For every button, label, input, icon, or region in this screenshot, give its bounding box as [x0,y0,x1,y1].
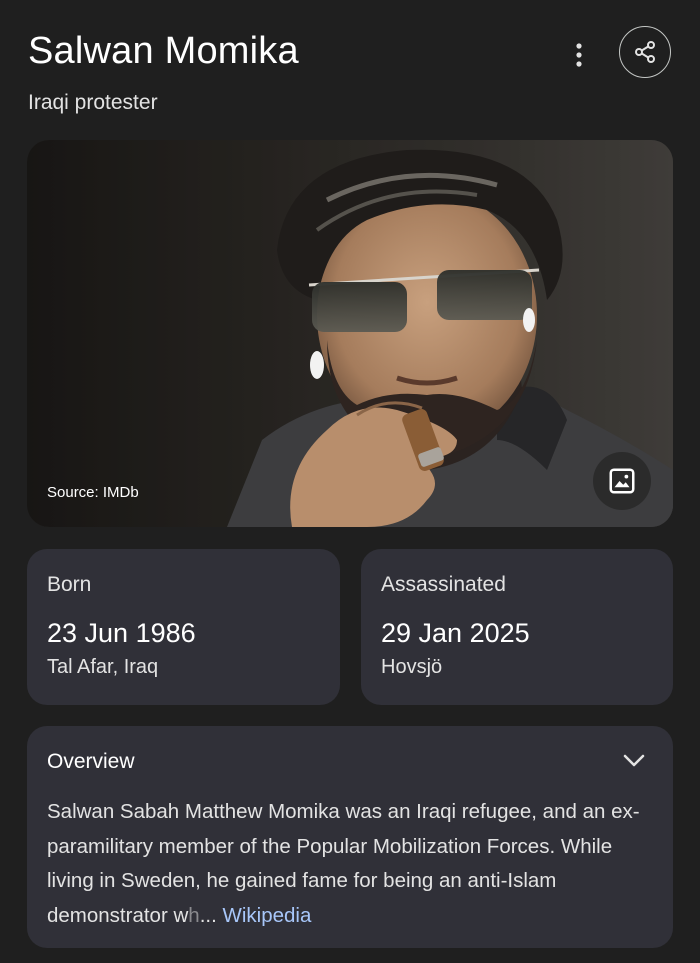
expand-overview-button[interactable] [619,746,649,776]
overview-body: Salwan Sabah Matthew Momika was an Iraqi… [47,800,640,927]
overview-ellipsis: ... [199,903,223,927]
share-button[interactable] [619,26,671,78]
profile-photo[interactable]: Source: IMDb [27,140,673,527]
born-label: Born [47,573,92,596]
overview-text: Salwan Sabah Matthew Momika was an Iraqi… [47,795,655,933]
born-place: Tal Afar, Iraq [47,656,159,678]
born-card[interactable]: Born 23 Jun 1986 Tal Afar, Iraq [27,549,340,705]
overview-label: Overview [47,750,135,773]
image-source: Source: IMDb [47,484,139,501]
overview-card[interactable]: Overview Salwan Sabah Matthew Momika was… [27,726,673,948]
wikipedia-link[interactable]: Wikipedia [222,904,311,927]
image-icon [609,468,635,494]
born-date: 23 Jun 1986 [47,618,196,648]
share-icon [635,41,655,63]
overview-faded-text: h [188,903,200,927]
more-vert-icon [576,43,582,67]
assassinated-date: 29 Jan 2025 [381,618,530,648]
page-title: Salwan Momika [28,30,299,72]
assassinated-card[interactable]: Assassinated 29 Jan 2025 Hovsjö [361,549,673,705]
more-options-button[interactable] [563,35,595,75]
view-images-button[interactable] [593,452,651,510]
assassinated-label: Assassinated [381,573,506,596]
assassinated-place: Hovsjö [381,656,443,678]
portrait-image [27,140,673,527]
chevron-down-icon [623,754,645,767]
subtitle: Iraqi protester [28,91,158,114]
